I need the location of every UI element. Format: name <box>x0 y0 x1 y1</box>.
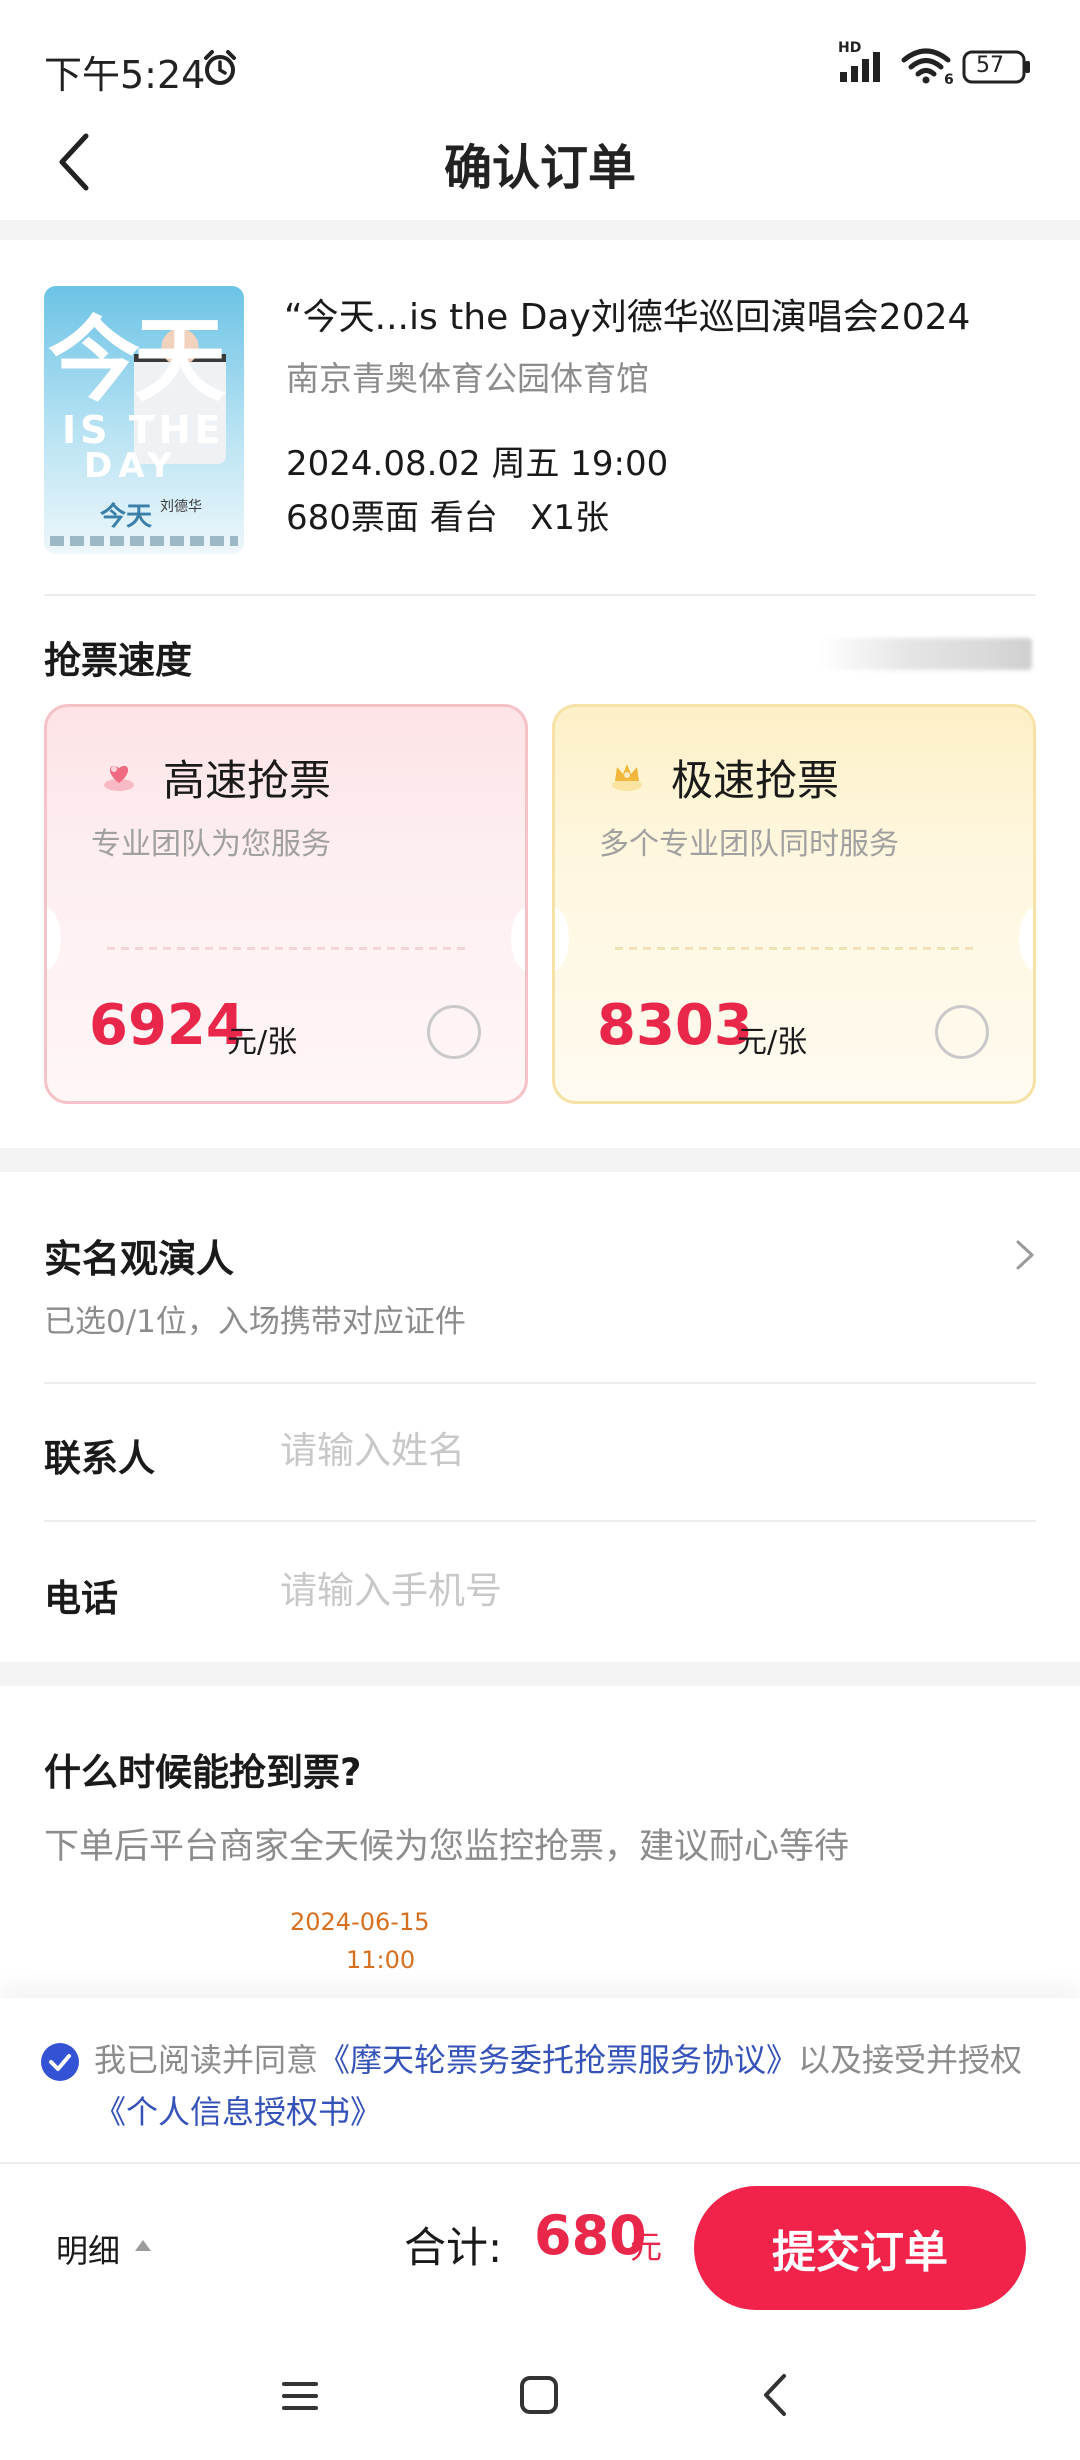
svg-text:6: 6 <box>944 72 954 86</box>
timeline-date: 2024-06-15 <box>290 1908 430 1936</box>
phone-input[interactable] <box>280 1560 1036 1620</box>
poster-small-text: 今天 <box>100 502 153 532</box>
event-poster[interactable]: 今天 IS THE DAY 今天 刘德华 <box>44 286 244 554</box>
speed-section-title: 抢票速度 <box>44 639 192 682</box>
battery-level: 57 <box>976 53 1004 78</box>
ticket-notch <box>1019 907 1033 971</box>
blurred-info <box>820 638 1032 670</box>
agreement-text-2: 以及接受并授权 <box>798 2041 1023 2079</box>
attendee-subtitle: 已选0/1位，入场携带对应证件 <box>44 1304 466 1340</box>
event-title: “今天...is the Day刘德华巡回演唱会2024 <box>284 297 971 338</box>
option-max-speed[interactable]: 极速抢票 多个专业团队同时服务 8303 元/张 <box>552 704 1036 1104</box>
battery-icon: 57 <box>962 50 1032 84</box>
ticket-notch <box>511 907 525 971</box>
radio-button[interactable] <box>935 1005 989 1059</box>
signal-icon <box>840 52 880 82</box>
total-label: 合计: <box>404 2223 503 2272</box>
option-price: 6924 <box>89 993 245 1058</box>
option-price-unit: 元/张 <box>227 1025 298 1060</box>
contact-label: 联系人 <box>44 1437 155 1480</box>
poster-artist-name: 刘德华 <box>160 499 202 515</box>
ticket-dashline <box>615 947 979 950</box>
triangle-up-icon[interactable] <box>132 2236 154 2254</box>
service-agreement-link[interactable]: 《摩天轮票务委托抢票服务协议》 <box>318 2041 798 2079</box>
page-title: 确认订单 <box>443 140 636 196</box>
event-venue: 南京青奥体育公园体育馆 <box>286 359 649 398</box>
event-ticket-info: 680票面 看台 X1张 <box>286 498 610 538</box>
crown-gem-icon <box>612 764 642 791</box>
info-description: 下单后平台商家全天候为您监控抢票，建议耐心等待 <box>44 1827 850 1867</box>
poster-big-text: 今天 <box>48 307 226 414</box>
privacy-authorization-link[interactable]: 《个人信息授权书》 <box>94 2093 382 2131</box>
timeline-time: 11:00 <box>346 1946 416 1974</box>
detail-toggle[interactable]: 明细 <box>56 2226 120 2272</box>
agreement-text: 我已阅读并同意《摩天轮票务委托抢票服务协议》以及接受并授权《个人信息授权书》 <box>94 2034 1044 2138</box>
event-datetime: 2024.08.02 周五 19:00 <box>286 444 669 484</box>
attendee-title[interactable]: 实名观演人 <box>44 1228 234 1283</box>
phone-label: 电话 <box>44 1577 118 1620</box>
option-high-speed[interactable]: 高速抢票 专业团队为您服务 6924 元/张 <box>44 704 528 1104</box>
divider <box>44 1520 1036 1522</box>
wifi-icon: 6 <box>901 48 954 86</box>
radio-button[interactable] <box>427 1005 481 1059</box>
poster-line2: DAY <box>84 446 178 486</box>
option-name: 高速抢票 <box>163 756 332 805</box>
chevron-right-icon[interactable] <box>1012 1236 1038 1274</box>
option-price-unit: 元/张 <box>737 1025 808 1060</box>
info-title: 什么时候能抢到票? <box>44 1751 362 1794</box>
contact-name-input[interactable] <box>280 1420 1036 1480</box>
heart-gem-icon <box>104 765 134 791</box>
back-icon[interactable] <box>760 2372 790 2418</box>
divider <box>44 1382 1036 1384</box>
submit-order-button[interactable]: 提交订单 <box>694 2186 1026 2310</box>
ticket-notch <box>47 907 61 971</box>
agreement-text-1: 我已阅读并同意 <box>94 2041 319 2079</box>
checkbox-checked-icon[interactable] <box>40 2042 80 2082</box>
option-price: 8303 <box>597 993 753 1058</box>
alarm-icon <box>204 50 236 85</box>
option-description: 专业团队为您服务 <box>91 827 331 862</box>
poster-sponsor-strip <box>50 536 238 546</box>
divider <box>44 594 1036 596</box>
option-description: 多个专业团队同时服务 <box>599 827 899 862</box>
ticket-notch <box>555 907 569 971</box>
home-icon[interactable] <box>518 2374 560 2416</box>
ticket-dashline <box>107 947 471 950</box>
option-name: 极速抢票 <box>671 756 840 805</box>
total-unit: 元 <box>630 2228 663 2266</box>
menu-icon[interactable] <box>280 2376 320 2416</box>
status-time: 下午5:24 <box>44 53 206 97</box>
